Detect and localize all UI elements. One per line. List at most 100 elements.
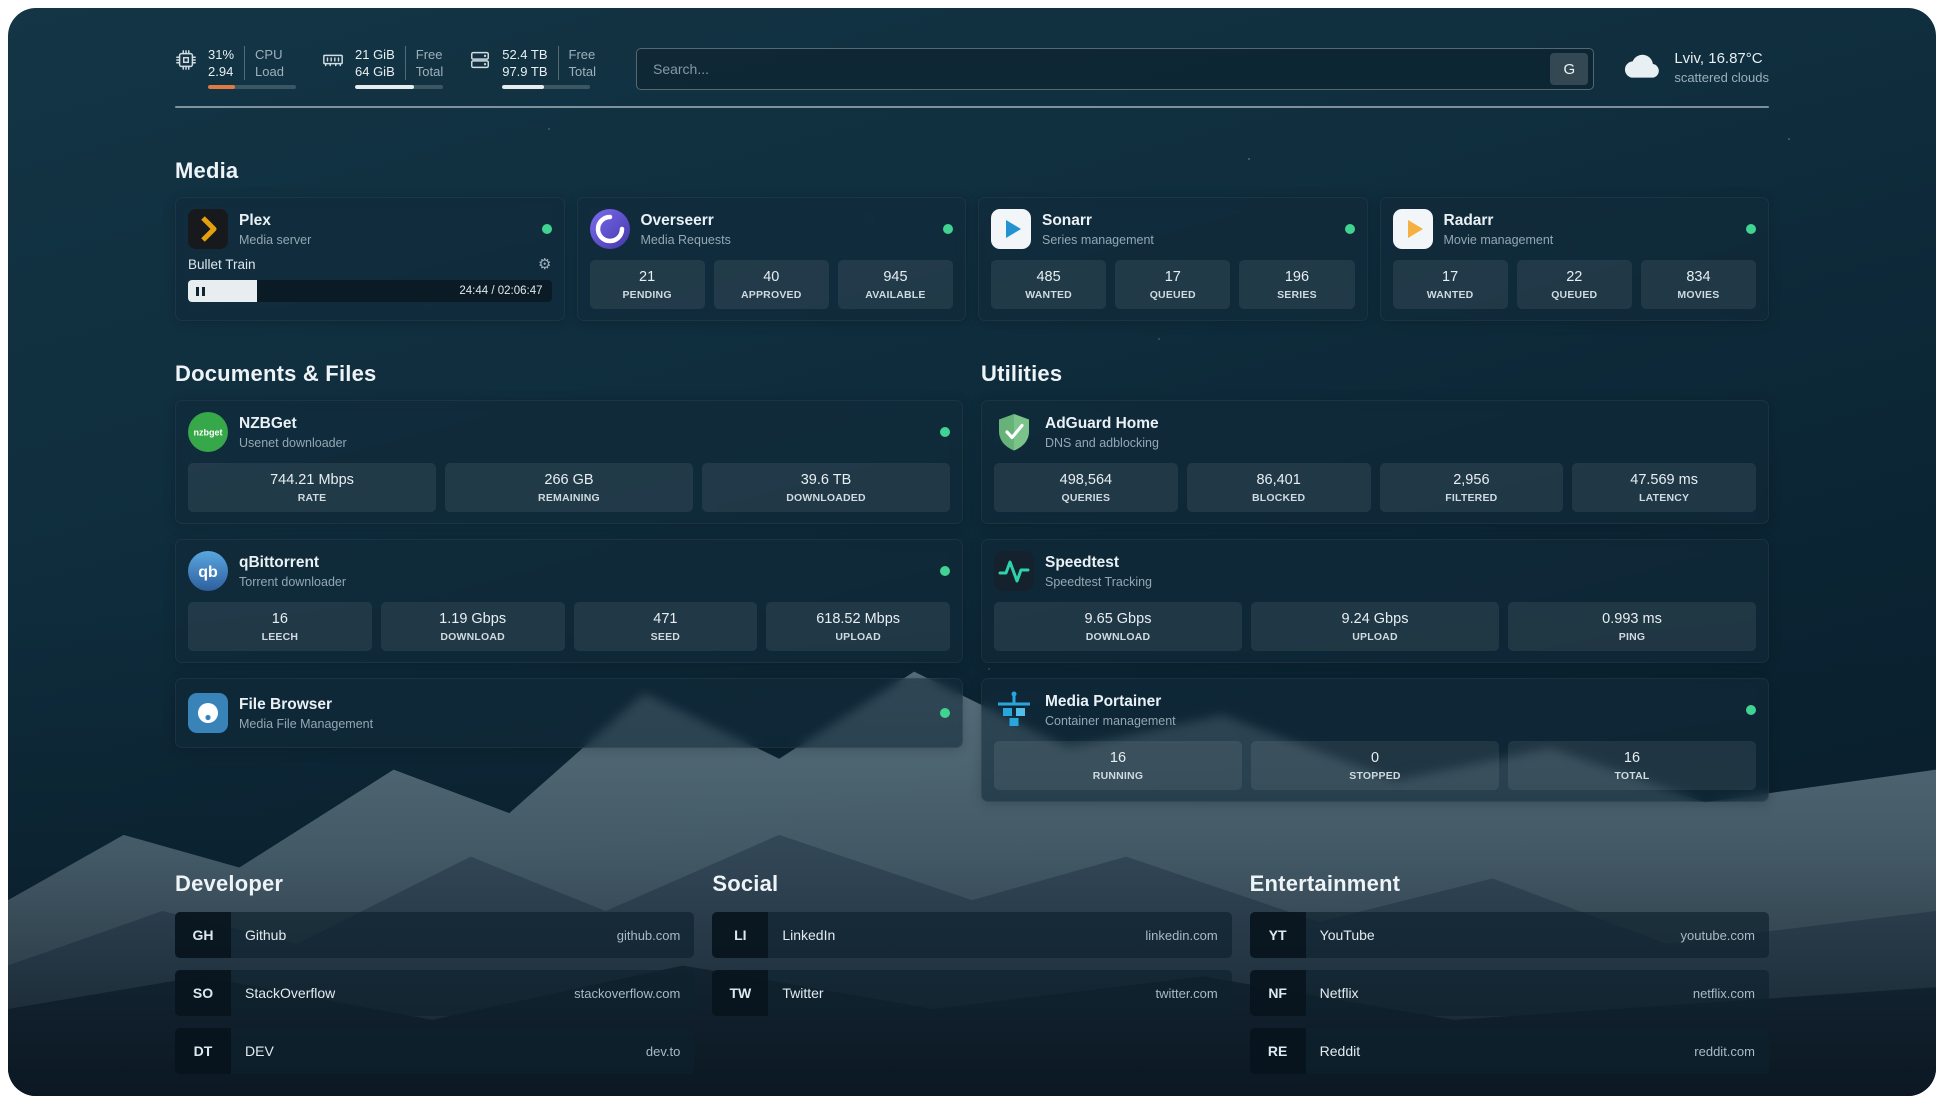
stat-value: 498,564 xyxy=(998,472,1174,488)
status-indicator xyxy=(940,708,950,718)
stat-stopped: 0 STOPPED xyxy=(1251,741,1499,790)
stat-label: TOTAL xyxy=(1512,770,1752,782)
stat-label: DOWNLOAD xyxy=(998,631,1238,643)
section-title-developer: Developer xyxy=(175,871,694,897)
bookmark-linkedin[interactable]: LI LinkedIn linkedin.com xyxy=(712,912,1231,958)
filebrowser-icon xyxy=(188,693,228,733)
developer-bookmarks: Developer GH Github github.com SO StackO… xyxy=(175,871,694,1086)
bookmark-abbr: SO xyxy=(175,970,231,1016)
stat-value: 47.569 ms xyxy=(1576,472,1752,488)
bookmark-name: LinkedIn xyxy=(782,927,835,943)
stat-rate: 744.21 Mbps RATE xyxy=(188,463,436,512)
stat-label: SERIES xyxy=(1243,289,1350,301)
stat-upload: 9.24 Gbps UPLOAD xyxy=(1251,602,1499,651)
bookmark-dev[interactable]: DT DEV dev.to xyxy=(175,1028,694,1074)
bookmark-stackoverflow[interactable]: SO StackOverflow stackoverflow.com xyxy=(175,970,694,1016)
stat-label: REMAINING xyxy=(449,492,689,504)
bookmark-url: youtube.com xyxy=(1681,928,1755,943)
search-input[interactable] xyxy=(651,60,1550,78)
cpu-label: CPU xyxy=(255,46,284,63)
sonarr-card[interactable]: Sonarr Series management 485 WANTED 17 Q… xyxy=(978,197,1368,321)
bookmark-abbr: NF xyxy=(1250,970,1306,1016)
bookmark-twitter[interactable]: TW Twitter twitter.com xyxy=(712,970,1231,1016)
stat-label: PING xyxy=(1512,631,1752,643)
disk-icon xyxy=(469,46,491,89)
stat-value: 196 xyxy=(1243,269,1350,285)
search-bar[interactable]: G xyxy=(636,48,1594,90)
section-title-entertainment: Entertainment xyxy=(1250,871,1769,897)
weather-location: Lviv, 16.87°C xyxy=(1674,50,1769,67)
nzbget-icon: nzbget xyxy=(188,412,228,452)
stat-remaining: 266 GB REMAINING xyxy=(445,463,693,512)
stat-value: 39.6 TB xyxy=(706,472,946,488)
disk-usage-widget: 52.4 TB 97.9 TB Free Total xyxy=(469,46,596,89)
bookmark-name: YouTube xyxy=(1320,927,1375,943)
bookmark-netflix[interactable]: NF Netflix netflix.com xyxy=(1250,970,1769,1016)
stat-value: 618.52 Mbps xyxy=(770,611,946,627)
disk-progress-bar xyxy=(502,85,590,89)
bookmark-url: linkedin.com xyxy=(1145,928,1217,943)
filebrowser-card[interactable]: File Browser Media File Management xyxy=(175,678,963,748)
service-name: Media Portainer xyxy=(1045,693,1176,711)
stat-label: RUNNING xyxy=(998,770,1238,782)
qbittorrent-icon: qb xyxy=(188,551,228,591)
settings-gear-icon[interactable]: ⚙ xyxy=(538,257,551,272)
bookmark-name: DEV xyxy=(245,1043,274,1059)
stat-downloaded: 39.6 TB DOWNLOADED xyxy=(702,463,950,512)
bookmark-abbr: TW xyxy=(712,970,768,1016)
playback-progress-bar[interactable]: 24:44 / 02:06:47 xyxy=(188,280,552,302)
portainer-card[interactable]: Media Portainer Container management 16 … xyxy=(981,678,1769,802)
header-divider xyxy=(175,106,1769,108)
speedtest-card[interactable]: Speedtest Speedtest Tracking 9.65 Gbps D… xyxy=(981,539,1769,663)
overseerr-icon xyxy=(590,209,630,249)
bookmark-reddit[interactable]: RE Reddit reddit.com xyxy=(1250,1028,1769,1074)
stat-download: 1.19 Gbps DOWNLOAD xyxy=(381,602,565,651)
cloud-icon xyxy=(1624,51,1662,84)
stat-value: 9.24 Gbps xyxy=(1255,611,1495,627)
service-subtitle: Media File Management xyxy=(239,717,373,731)
stat-latency: 47.569 ms LATENCY xyxy=(1572,463,1756,512)
status-indicator xyxy=(943,224,953,234)
disk-total-label: Total xyxy=(569,63,596,80)
sonarr-icon xyxy=(991,209,1031,249)
adguard-card[interactable]: AdGuard Home DNS and adblocking 498,564 … xyxy=(981,400,1769,524)
memory-free-label: Free xyxy=(416,46,443,63)
section-title-social: Social xyxy=(712,871,1231,897)
qbittorrent-card[interactable]: qb qBittorrent Torrent downloader 16 LEE… xyxy=(175,539,963,663)
stat-available: 945 AVAILABLE xyxy=(838,260,953,309)
bookmark-name: StackOverflow xyxy=(245,985,335,1001)
memory-free-value: 21 GiB xyxy=(355,46,395,63)
status-indicator xyxy=(1746,224,1756,234)
stat-download: 9.65 Gbps DOWNLOAD xyxy=(994,602,1242,651)
stat-value: 17 xyxy=(1397,269,1504,285)
stat-value: 16 xyxy=(1512,750,1752,766)
radarr-card[interactable]: Radarr Movie management 17 WANTED 22 QUE… xyxy=(1380,197,1770,321)
bookmark-abbr: RE xyxy=(1250,1028,1306,1074)
bookmark-url: twitter.com xyxy=(1156,986,1218,1001)
stat-label: UPLOAD xyxy=(1255,631,1495,643)
disk-free-value: 52.4 TB xyxy=(502,46,547,63)
bookmark-abbr: YT xyxy=(1250,912,1306,958)
overseerr-card[interactable]: Overseerr Media Requests 21 PENDING 40 A… xyxy=(577,197,967,321)
playback-time: 24:44 / 02:06:47 xyxy=(459,285,542,297)
nzbget-card[interactable]: nzbget NZBGet Usenet downloader 744.21 M… xyxy=(175,400,963,524)
portainer-icon xyxy=(994,690,1034,730)
radarr-icon xyxy=(1393,209,1433,249)
section-title-documents: Documents & Files xyxy=(175,361,963,387)
stat-label: UPLOAD xyxy=(770,631,946,643)
svg-text:nzbget: nzbget xyxy=(194,428,223,438)
bookmark-github[interactable]: GH Github github.com xyxy=(175,912,694,958)
plex-card[interactable]: Plex Media server Bullet Train ⚙ 24:44 /… xyxy=(175,197,565,321)
stat-label: APPROVED xyxy=(718,289,825,301)
bookmark-name: Netflix xyxy=(1320,985,1359,1001)
stat-label: RATE xyxy=(192,492,432,504)
stat-label: DOWNLOAD xyxy=(385,631,561,643)
service-name: Radarr xyxy=(1444,212,1554,230)
adguard-icon xyxy=(994,412,1034,452)
bookmark-abbr: GH xyxy=(175,912,231,958)
stat-movies: 834 MOVIES xyxy=(1641,260,1756,309)
pause-button[interactable] xyxy=(196,287,205,296)
bookmark-youtube[interactable]: YT YouTube youtube.com xyxy=(1250,912,1769,958)
search-engine-button[interactable]: G xyxy=(1550,53,1588,85)
memory-total-value: 64 GiB xyxy=(355,63,395,80)
